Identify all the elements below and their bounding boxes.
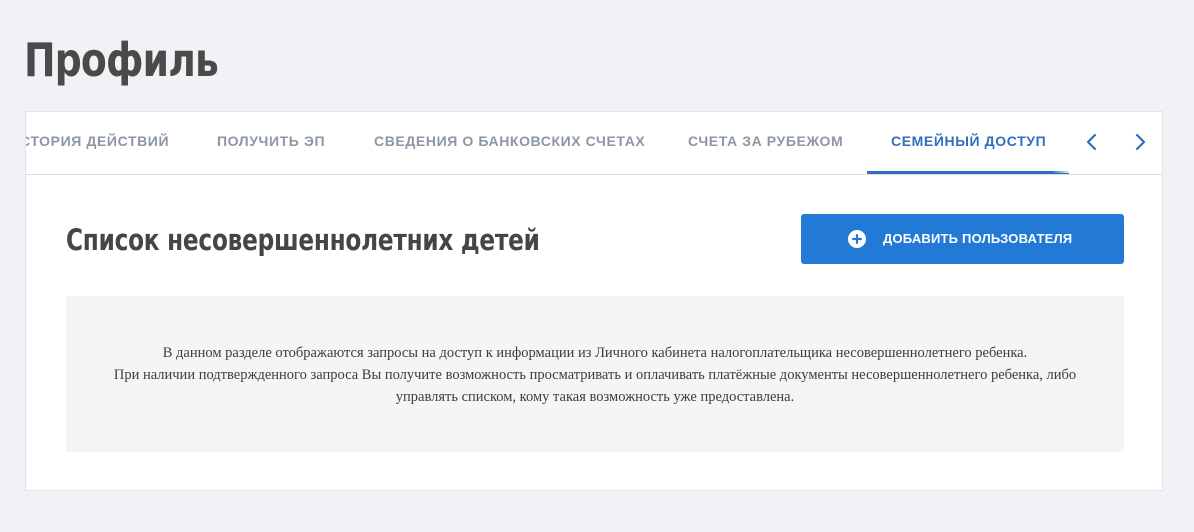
tab-family-access[interactable]: СЕМЕЙНЫЙ ДОСТУП — [891, 112, 1046, 173]
add-user-button-label: ДОБАВИТЬ ПОЛЬЗОВАТЕЛЯ — [883, 231, 1073, 246]
info-text-line-1: В данном разделе отображаются запросы на… — [162, 345, 1028, 361]
plus-circle-icon — [848, 230, 866, 248]
info-box: В данном разделе отображаются запросы на… — [66, 296, 1124, 452]
add-user-button[interactable]: ДОБАВИТЬ ПОЛЬЗОВАТЕЛЯ — [801, 214, 1124, 264]
info-text-line-2: При наличии подтвержденного запроса Вы п… — [113, 367, 1077, 405]
tab-foreign-accounts[interactable]: СЧЕТА ЗА РУБЕЖОМ — [688, 112, 843, 173]
active-tab-indicator — [867, 171, 1069, 174]
tab-bank-accounts[interactable]: СВЕДЕНИЯ О БАНКОВСКИХ СЧЕТАХ — [374, 112, 645, 173]
page-title: Профиль — [24, 33, 219, 87]
chevron-left-icon — [1086, 133, 1097, 151]
tabs-next-button[interactable] — [1128, 129, 1152, 155]
chevron-right-icon — [1135, 133, 1146, 151]
section-title: Список несовершеннолетних детей — [66, 223, 540, 257]
tabs-bar: СТОРИЯ ДЕЙСТВИЙ ПОЛУЧИТЬ ЭП СВЕДЕНИЯ О Б… — [26, 112, 1162, 175]
tabs-prev-button[interactable] — [1080, 129, 1104, 155]
tab-get-signature[interactable]: ПОЛУЧИТЬ ЭП — [217, 112, 325, 173]
profile-card: СТОРИЯ ДЕЙСТВИЙ ПОЛУЧИТЬ ЭП СВЕДЕНИЯ О Б… — [25, 111, 1163, 491]
tab-action-history[interactable]: СТОРИЯ ДЕЙСТВИЙ — [26, 112, 169, 173]
